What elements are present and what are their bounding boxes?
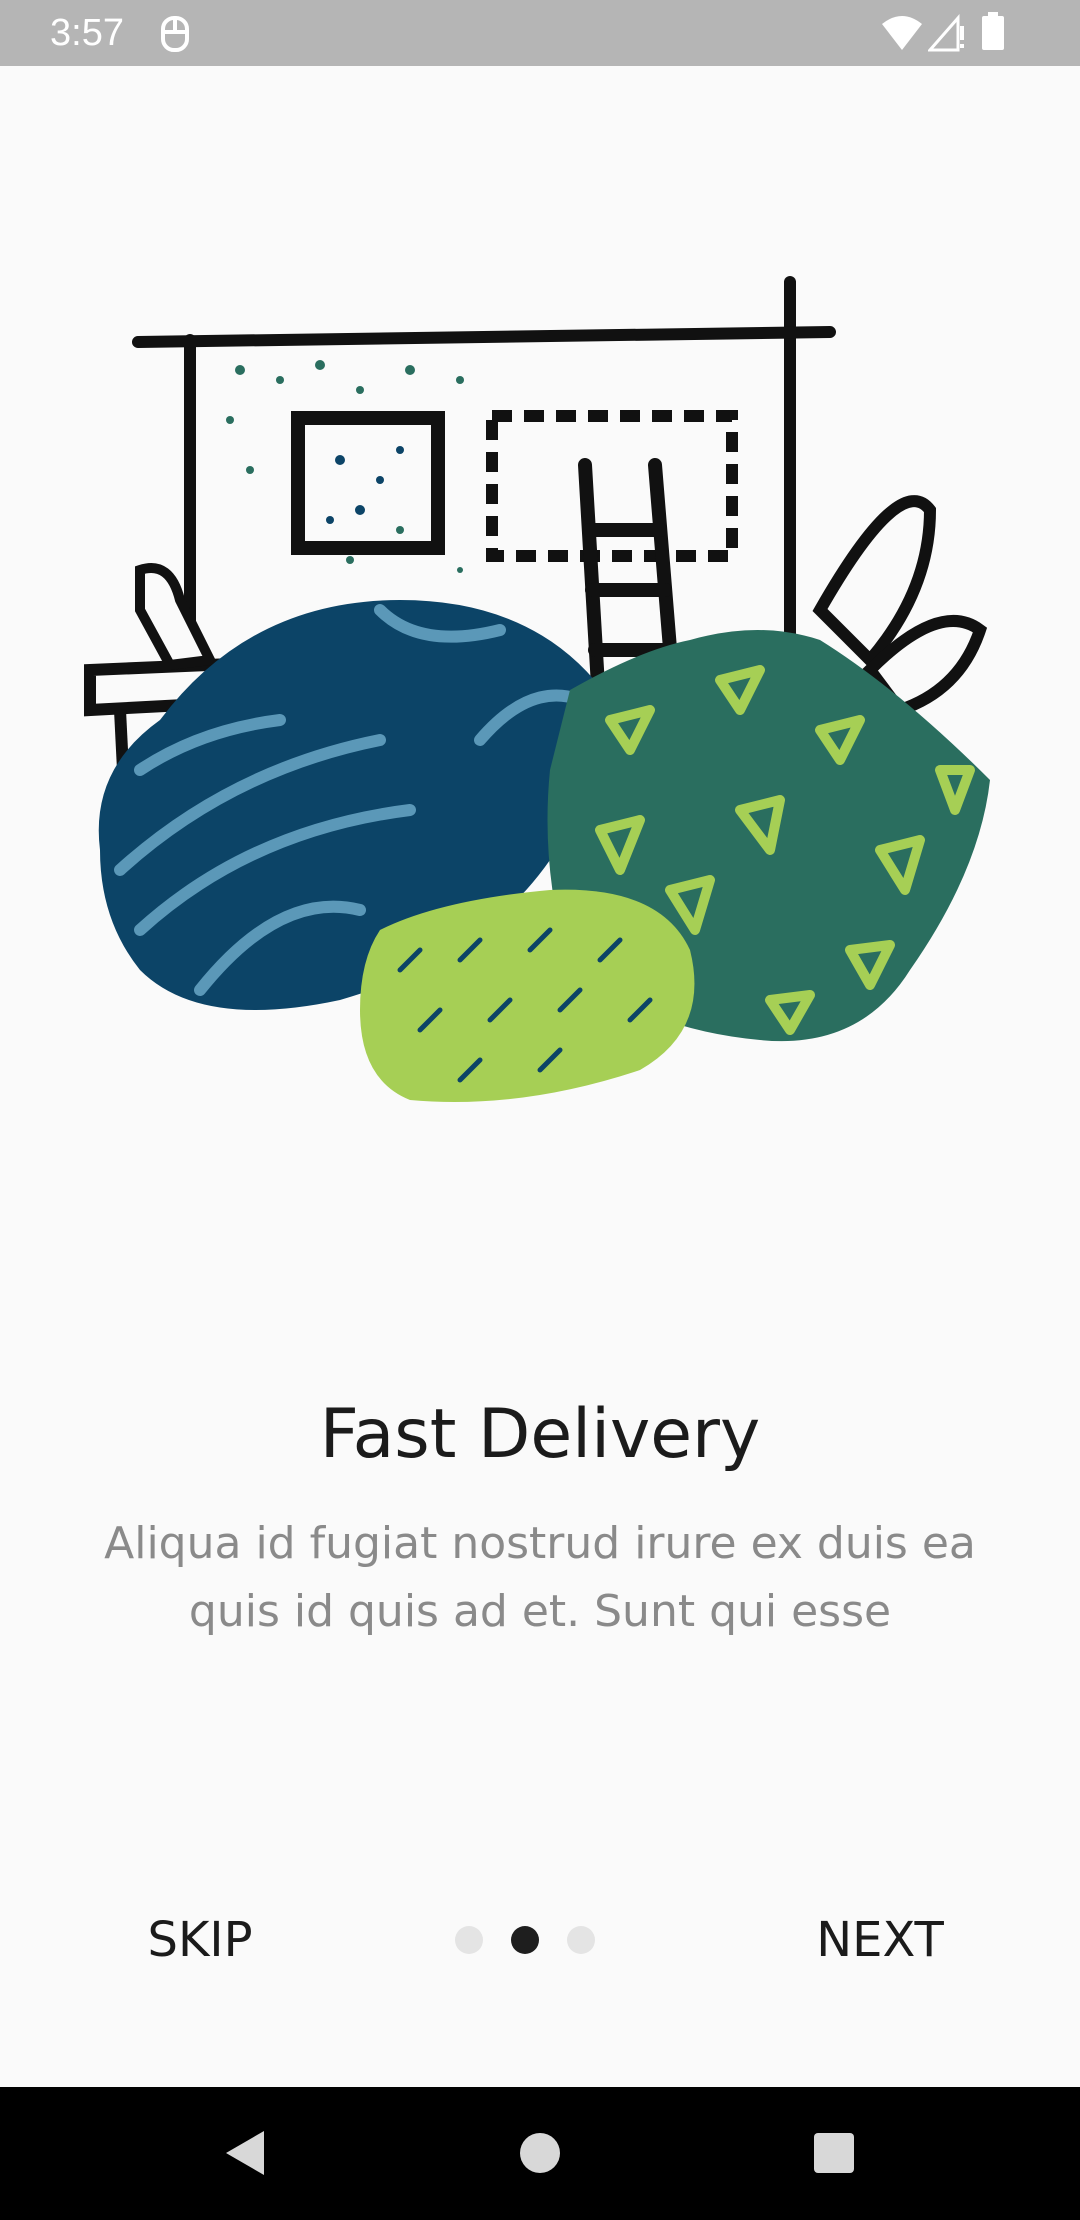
- back-icon[interactable]: [222, 2127, 268, 2179]
- interior-furniture-illustration: [84, 276, 990, 1102]
- wifi-icon: [882, 16, 922, 50]
- page-dot-3: [567, 1926, 595, 1954]
- recents-icon[interactable]: [812, 2131, 856, 2175]
- sync-icon: [161, 16, 189, 52]
- skip-button[interactable]: SKIP: [130, 1905, 270, 1975]
- home-icon[interactable]: [518, 2131, 562, 2175]
- page-dot-1: [455, 1926, 483, 1954]
- navigation-bar: [0, 2087, 1080, 2220]
- onboarding-title: Fast Delivery: [319, 1395, 761, 1474]
- battery-icon: [982, 12, 1004, 50]
- signal-icon: [928, 14, 964, 52]
- status-time: 3:57: [50, 12, 124, 54]
- onboarding-description: Aliqua id fugiat nostrud irure ex duis e…: [104, 1518, 976, 1637]
- status-bar: 3:57: [0, 0, 1080, 66]
- next-button[interactable]: NEXT: [800, 1905, 960, 1975]
- page-dot-2-active: [511, 1926, 539, 1954]
- page-indicator: [455, 1926, 595, 1956]
